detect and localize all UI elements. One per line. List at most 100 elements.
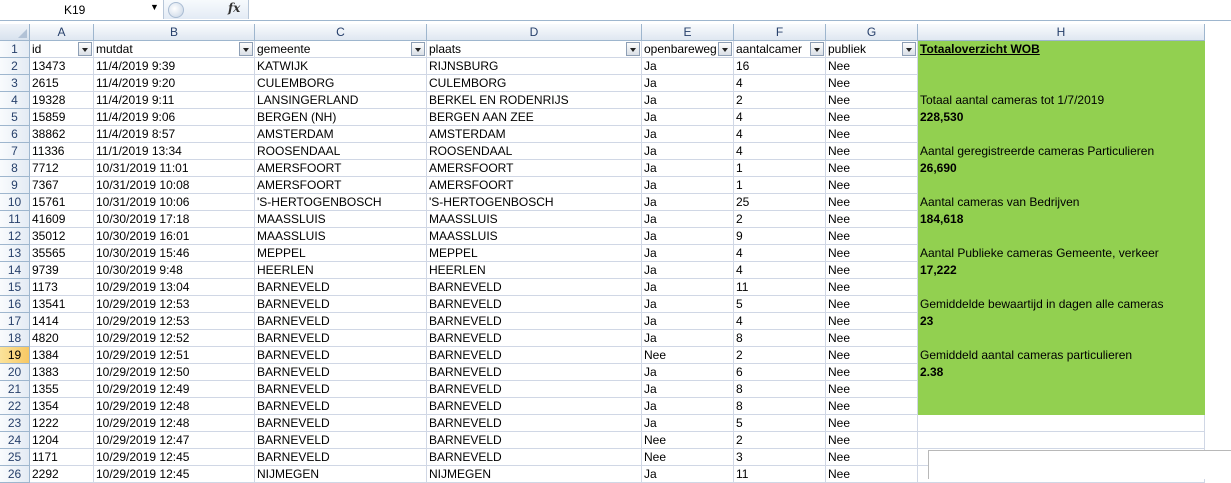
table-cell[interactable]: 228,530 [918, 109, 1205, 126]
table-cell[interactable]: Aantal geregistreerde cameras Particulie… [918, 143, 1205, 160]
table-cell[interactable]: BARNEVELD [427, 347, 642, 364]
table-cell[interactable]: NIJMEGEN [255, 466, 427, 483]
table-cell[interactable]: Nee [826, 126, 918, 143]
row-header[interactable]: 11 [0, 211, 30, 228]
row-header[interactable]: 6 [0, 126, 30, 143]
row-header[interactable]: 22 [0, 398, 30, 415]
table-cell[interactable]: 3 [734, 449, 826, 466]
row-header[interactable]: 17 [0, 313, 30, 330]
table-cell[interactable]: BARNEVELD [427, 398, 642, 415]
table-cell[interactable]: 41609 [30, 211, 94, 228]
table-cell[interactable]: ROOSENDAAL [255, 143, 427, 160]
table-cell[interactable]: 9739 [30, 262, 94, 279]
table-cell[interactable]: 10/30/2019 15:46 [94, 245, 255, 262]
table-cell[interactable]: Nee [826, 347, 918, 364]
table-cell[interactable]: 2 [734, 347, 826, 364]
header-cell[interactable]: id [30, 41, 94, 58]
table-cell[interactable]: Nee [826, 194, 918, 211]
table-cell[interactable]: Nee [826, 449, 918, 466]
table-cell[interactable]: 10/30/2019 17:18 [94, 211, 255, 228]
row-header[interactable]: 2 [0, 58, 30, 75]
filter-dropdown-icon[interactable] [239, 42, 253, 56]
table-cell[interactable]: KATWIJK [255, 58, 427, 75]
table-cell[interactable]: BARNEVELD [427, 449, 642, 466]
table-cell[interactable]: Ja [642, 109, 734, 126]
table-cell[interactable]: Ja [642, 58, 734, 75]
table-cell[interactable]: 2292 [30, 466, 94, 483]
table-cell[interactable]: 10/29/2019 12:52 [94, 330, 255, 347]
header-cell[interactable]: plaats [427, 41, 642, 58]
header-cell[interactable]: publiek [826, 41, 918, 58]
table-cell[interactable]: Nee [826, 211, 918, 228]
table-cell[interactable]: Ja [642, 262, 734, 279]
table-cell[interactable]: 8 [734, 381, 826, 398]
table-cell[interactable]: MAASSLUIS [255, 211, 427, 228]
row-header[interactable]: 12 [0, 228, 30, 245]
header-cell[interactable]: aantalcamer [734, 41, 826, 58]
table-cell[interactable]: LANSINGERLAND [255, 92, 427, 109]
row-header[interactable]: 23 [0, 415, 30, 432]
table-cell[interactable]: 11/4/2019 9:11 [94, 92, 255, 109]
table-cell[interactable]: MAASSLUIS [427, 228, 642, 245]
table-cell[interactable]: Nee [826, 364, 918, 381]
column-header-e[interactable]: E [642, 24, 734, 41]
table-cell[interactable]: 4 [734, 313, 826, 330]
table-cell[interactable]: Nee [826, 415, 918, 432]
table-cell[interactable]: Nee [826, 296, 918, 313]
table-cell[interactable]: BARNEVELD [255, 313, 427, 330]
table-cell[interactable]: AMERSFOORT [427, 160, 642, 177]
table-cell[interactable]: Totaal aantal cameras tot 1/7/2019 [918, 92, 1205, 109]
column-header-d[interactable]: D [427, 24, 642, 41]
row-header[interactable]: 24 [0, 432, 30, 449]
table-cell[interactable]: BARNEVELD [427, 415, 642, 432]
table-cell[interactable]: 10/29/2019 12:53 [94, 296, 255, 313]
table-cell[interactable] [918, 126, 1205, 143]
table-cell[interactable]: Ja [642, 296, 734, 313]
table-cell[interactable]: 38862 [30, 126, 94, 143]
filter-dropdown-icon[interactable] [411, 42, 425, 56]
row-header[interactable]: 5 [0, 109, 30, 126]
table-cell[interactable]: 4 [734, 143, 826, 160]
table-cell[interactable]: Nee [826, 466, 918, 483]
table-cell[interactable]: BARNEVELD [427, 432, 642, 449]
table-cell[interactable]: 10/29/2019 12:50 [94, 364, 255, 381]
header-cell[interactable]: mutdat [94, 41, 255, 58]
table-cell[interactable]: Ja [642, 228, 734, 245]
table-cell[interactable]: 4 [734, 245, 826, 262]
row-header[interactable]: 15 [0, 279, 30, 296]
table-cell[interactable] [918, 398, 1205, 415]
row-header[interactable]: 4 [0, 92, 30, 109]
table-cell[interactable]: 1355 [30, 381, 94, 398]
table-cell[interactable]: Nee [826, 398, 918, 415]
table-cell[interactable] [918, 415, 1205, 432]
table-cell[interactable]: Nee [826, 75, 918, 92]
table-cell[interactable]: 11/4/2019 9:20 [94, 75, 255, 92]
header-cell[interactable]: gemeente [255, 41, 427, 58]
table-cell[interactable]: CULEMBORG [427, 75, 642, 92]
table-cell[interactable]: Nee [826, 92, 918, 109]
table-cell[interactable]: Ja [642, 398, 734, 415]
table-cell[interactable]: 1171 [30, 449, 94, 466]
column-header-c[interactable]: C [255, 24, 427, 41]
table-cell[interactable]: 10/31/2019 10:06 [94, 194, 255, 211]
table-cell[interactable]: 13473 [30, 58, 94, 75]
table-cell[interactable]: BARNEVELD [255, 398, 427, 415]
table-cell[interactable]: 26,690 [918, 160, 1205, 177]
table-cell[interactable]: AMERSFOORT [255, 177, 427, 194]
table-cell[interactable]: Ja [642, 364, 734, 381]
row-header[interactable]: 26 [0, 466, 30, 483]
table-cell[interactable]: AMERSFOORT [427, 177, 642, 194]
table-cell[interactable]: 11336 [30, 143, 94, 160]
table-cell[interactable]: Gemiddelde bewaartijd in dagen alle came… [918, 296, 1205, 313]
table-cell[interactable] [918, 177, 1205, 194]
table-cell[interactable]: 17,222 [918, 262, 1205, 279]
table-cell[interactable]: 11/4/2019 8:57 [94, 126, 255, 143]
table-cell[interactable]: 10/29/2019 12:49 [94, 381, 255, 398]
table-cell[interactable]: ROOSENDAAL [427, 143, 642, 160]
table-cell[interactable]: 184,618 [918, 211, 1205, 228]
table-cell[interactable]: CULEMBORG [255, 75, 427, 92]
table-cell[interactable]: Ja [642, 245, 734, 262]
table-cell[interactable]: MEPPEL [427, 245, 642, 262]
table-cell[interactable]: Ja [642, 92, 734, 109]
chevron-down-icon[interactable]: ▼ [150, 2, 159, 12]
